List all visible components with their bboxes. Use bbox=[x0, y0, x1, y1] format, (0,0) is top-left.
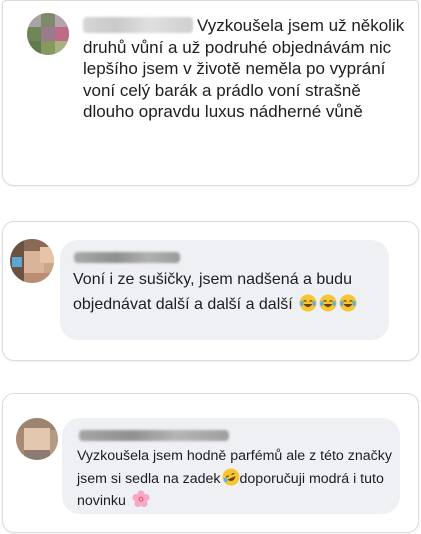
author-name-blurred[interactable] bbox=[79, 430, 229, 441]
comment-card-3: Vyzkoušela jsem hodně parfémů ale z této… bbox=[2, 393, 419, 533]
comment-text: Vyzkoušela jsem hodně parfémů ale z této… bbox=[77, 446, 397, 513]
comment-text: Voní i ze sušičky, jsem nadšená a budu o… bbox=[73, 267, 385, 317]
laughing-tears-emoji bbox=[339, 294, 357, 312]
comment-text: Vyzkoušela jsem už několik druhů vůní a … bbox=[83, 16, 405, 121]
rofl-emoji bbox=[222, 468, 240, 486]
comment-card-1: Vyzkoušela jsem už několik druhů vůní a … bbox=[2, 0, 419, 186]
author-name-blurred[interactable] bbox=[74, 252, 180, 263]
avatar[interactable] bbox=[27, 13, 69, 55]
comment-bubble: Voní i ze sušičky, jsem nadšená a budu o… bbox=[60, 240, 389, 340]
comment-bubble: Vyzkoušela jsem hodně parfémů ale z této… bbox=[62, 418, 400, 514]
comment-card-2: Voní i ze sušičky, jsem nadšená a budu o… bbox=[2, 221, 419, 361]
avatar[interactable] bbox=[10, 239, 54, 283]
laughing-tears-emoji bbox=[299, 294, 317, 312]
avatar[interactable] bbox=[16, 418, 58, 460]
laughing-tears-emoji bbox=[319, 294, 337, 312]
cherry-blossom-emoji bbox=[132, 490, 150, 508]
